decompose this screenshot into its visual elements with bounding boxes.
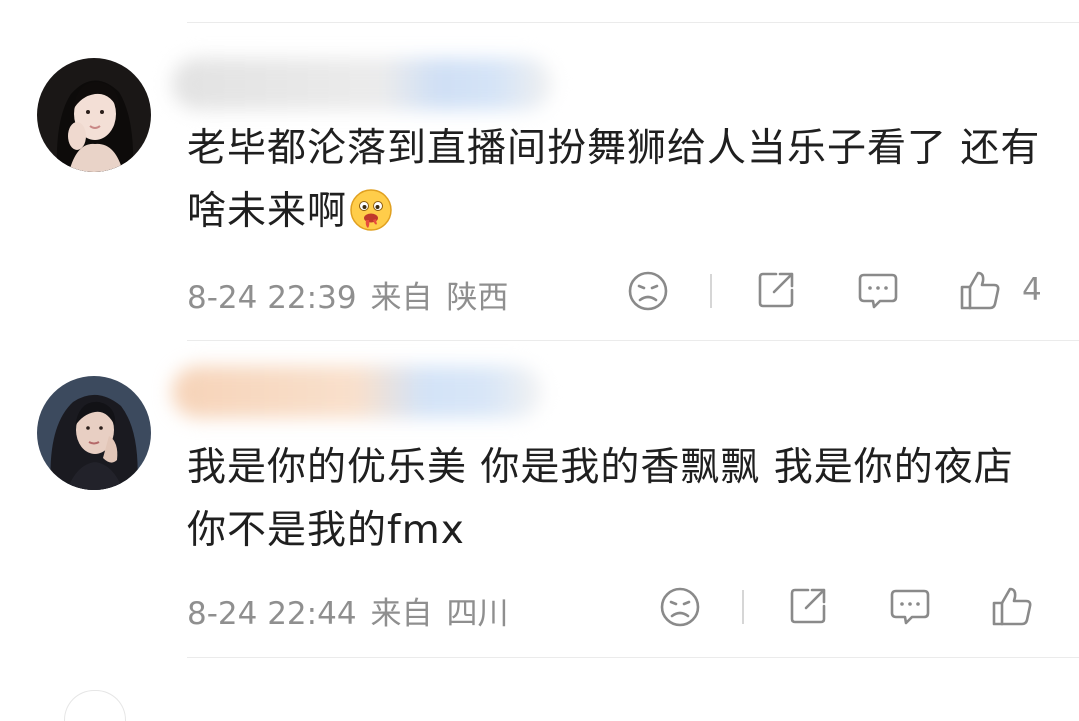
comment-text-body: 我是你的优乐美 你是我的香飘飘 我是你的夜店 你不是我的fmx [187, 445, 1014, 553]
divider-top [187, 22, 1079, 23]
comment-icon [858, 273, 898, 309]
thumbs-up-icon [992, 587, 1032, 626]
dislike-button[interactable] [626, 269, 670, 313]
thumbs-up-icon [960, 271, 1000, 310]
comment-date: 8-24 22:39 [187, 280, 357, 316]
comment-icon [890, 589, 930, 625]
comment-location: 陕西 [446, 280, 509, 316]
comment-text-body: 老毕都沦落到直播间扮舞狮给人当乐子看了 还有啥未来啊 [187, 126, 1041, 234]
like-count: 4 [1022, 272, 1042, 308]
action-separator [742, 590, 744, 624]
comment-from-label: 来自 [370, 280, 433, 316]
avatar[interactable] [64, 690, 126, 721]
action-separator [710, 274, 712, 308]
dislike-button[interactable] [658, 585, 702, 629]
comment-meta: 8-24 22:44 来自 四川 [187, 588, 523, 633]
divider-comments [187, 340, 1079, 341]
avatar[interactable] [37, 58, 151, 172]
comment-text: 老毕都沦落到直播间扮舞狮给人当乐子看了 还有啥未来啊 [187, 117, 1047, 243]
like-button[interactable] [958, 269, 1002, 313]
divider-bottom [187, 657, 1079, 658]
sad-face-icon [660, 587, 700, 627]
share-button[interactable] [754, 268, 798, 312]
share-icon [790, 588, 826, 624]
drooling-face-emoji [350, 189, 392, 231]
username-blurred[interactable] [172, 366, 542, 418]
share-icon [758, 272, 794, 308]
comment-location: 四川 [446, 596, 509, 632]
username-blurred[interactable] [172, 58, 552, 110]
comment-meta: 8-24 22:39 来自 陕西 [187, 272, 523, 317]
like-button[interactable] [990, 585, 1034, 629]
share-button[interactable] [786, 584, 830, 628]
comment-text: 我是你的优乐美 你是我的香飘飘 我是你的夜店 你不是我的fmx [187, 436, 1047, 562]
comment-from-label: 来自 [370, 596, 433, 632]
sad-face-icon [628, 271, 668, 311]
avatar[interactable] [37, 376, 151, 490]
comment-date: 8-24 22:44 [187, 596, 357, 632]
reply-button[interactable] [888, 585, 932, 629]
reply-button[interactable] [856, 269, 900, 313]
